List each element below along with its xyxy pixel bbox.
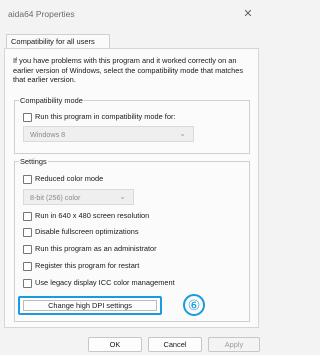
compat-mode-select[interactable]: Windows 8 ⌄ bbox=[23, 126, 194, 142]
disable-fullscreen-checkbox[interactable] bbox=[23, 227, 32, 237]
register-restart-label: Register this program for restart bbox=[35, 261, 140, 270]
run-640-row[interactable]: Run in 640 x 480 screen resolution bbox=[23, 210, 149, 222]
description-text: If you have problems with this program a… bbox=[13, 56, 244, 85]
window-title: aida64 Properties bbox=[8, 9, 75, 19]
settings-legend: Settings bbox=[20, 157, 47, 166]
disable-fullscreen-label: Disable fullscreen optimizations bbox=[35, 227, 139, 236]
compatibility-mode-legend: Compatibility mode bbox=[20, 96, 83, 105]
title-bar: aida64 Properties ✕ bbox=[0, 0, 263, 30]
chevron-down-icon: ⌄ bbox=[119, 192, 126, 201]
run-admin-row[interactable]: Run this program as an administrator bbox=[23, 243, 157, 255]
color-mode-select[interactable]: 8-bit (256) color ⌄ bbox=[23, 189, 134, 205]
legacy-icc-label: Use legacy display ICC color management bbox=[35, 278, 175, 287]
step-number-badge: ⑥ bbox=[183, 294, 205, 316]
apply-button[interactable]: Apply bbox=[208, 337, 260, 352]
ok-button[interactable]: OK bbox=[88, 337, 142, 352]
compatibility-mode-group: Compatibility mode bbox=[14, 96, 250, 154]
chevron-down-icon: ⌄ bbox=[179, 129, 186, 138]
cancel-button[interactable]: Cancel bbox=[148, 337, 202, 352]
run-640-label: Run in 640 x 480 screen resolution bbox=[35, 211, 150, 220]
legacy-icc-row[interactable]: Use legacy display ICC color management bbox=[23, 277, 175, 289]
compat-mode-checkbox[interactable] bbox=[23, 112, 32, 122]
compat-mode-label: Run this program in compatibility mode f… bbox=[35, 112, 176, 121]
register-restart-checkbox[interactable] bbox=[23, 261, 32, 271]
run-admin-label: Run this program as an administrator bbox=[35, 244, 157, 253]
change-dpi-highlight: Change high DPI settings bbox=[18, 296, 162, 315]
close-icon[interactable]: ✕ bbox=[239, 5, 257, 23]
compat-mode-select-value: Windows 8 bbox=[30, 130, 66, 139]
register-restart-row[interactable]: Register this program for restart bbox=[23, 260, 139, 272]
disable-fullscreen-row[interactable]: Disable fullscreen optimizations bbox=[23, 226, 139, 238]
reduced-color-row[interactable]: Reduced color mode bbox=[23, 173, 103, 185]
color-mode-select-value: 8-bit (256) color bbox=[30, 193, 81, 202]
reduced-color-checkbox[interactable] bbox=[23, 174, 32, 184]
tab-compatibility-all-users[interactable]: Compatibility for all users bbox=[6, 34, 110, 49]
run-640-checkbox[interactable] bbox=[23, 211, 32, 221]
reduced-color-label: Reduced color mode bbox=[35, 174, 104, 183]
change-dpi-button[interactable]: Change high DPI settings bbox=[23, 300, 157, 311]
legacy-icc-checkbox[interactable] bbox=[23, 278, 32, 288]
run-admin-checkbox[interactable] bbox=[23, 244, 32, 254]
compat-mode-checkbox-row[interactable]: Run this program in compatibility mode f… bbox=[23, 111, 175, 123]
